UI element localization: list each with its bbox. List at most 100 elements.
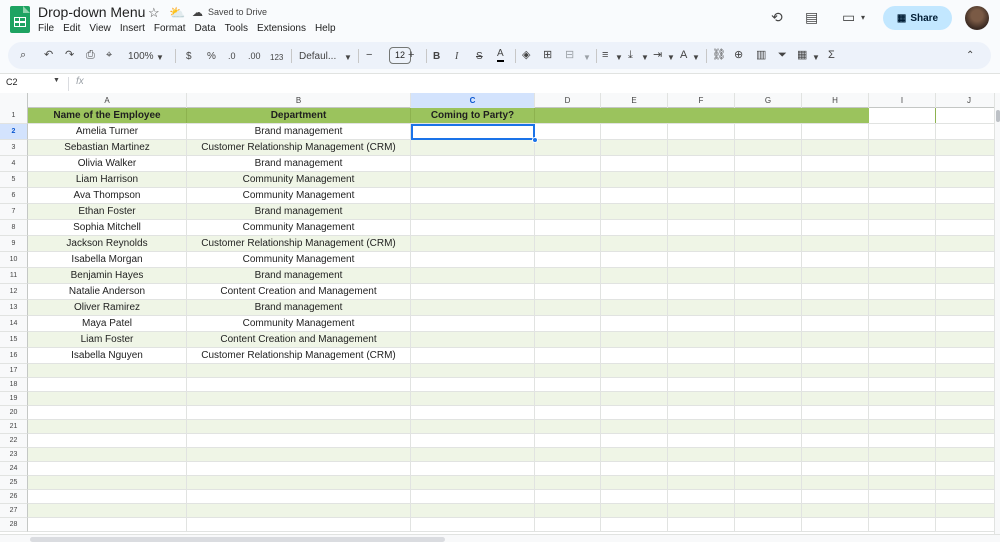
cell-h20[interactable] — [802, 406, 869, 419]
cell-a6[interactable]: Ava Thompson — [28, 188, 187, 203]
row-header-21[interactable]: 21 — [0, 420, 28, 434]
cell-h28[interactable] — [802, 518, 869, 531]
cell-d28[interactable] — [535, 518, 601, 531]
cell-b18[interactable] — [187, 378, 411, 391]
cell-h11[interactable] — [802, 268, 869, 283]
column-header-f[interactable]: F — [668, 93, 735, 108]
cell-d3[interactable] — [535, 140, 601, 155]
cell-g21[interactable] — [735, 420, 802, 433]
column-header-d[interactable]: D — [535, 93, 601, 108]
cell-b13[interactable]: Brand management — [187, 300, 411, 315]
cell-a7[interactable]: Ethan Foster — [28, 204, 187, 219]
filter-icon[interactable]: ⏷ — [778, 48, 787, 63]
cell-e17[interactable] — [601, 364, 668, 377]
cell-i7[interactable] — [869, 204, 936, 219]
cell-e25[interactable] — [601, 476, 668, 489]
cell-b9[interactable]: Customer Relationship Management (CRM) — [187, 236, 411, 251]
sheet-grid[interactable]: ABCDEFGHIJ 1 Name of the Employee Departme… — [0, 93, 994, 534]
insert-link-icon[interactable]: ⛓ — [712, 48, 726, 63]
cell-i25[interactable] — [869, 476, 936, 489]
cell-j19[interactable] — [936, 392, 994, 405]
cell-j4[interactable] — [936, 156, 994, 171]
cell-j11[interactable] — [936, 268, 994, 283]
cell-a4[interactable]: Olivia Walker — [28, 156, 187, 171]
history-icon[interactable]: ⟲ — [771, 9, 783, 26]
row-header-14[interactable]: 14 — [0, 316, 28, 332]
cell-j2[interactable] — [936, 124, 994, 139]
cell-j10[interactable] — [936, 252, 994, 267]
cell-i21[interactable] — [869, 420, 936, 433]
cell-g20[interactable] — [735, 406, 802, 419]
cell-f26[interactable] — [668, 490, 735, 503]
cell-c13[interactable] — [411, 300, 535, 315]
text-rotation-icon[interactable]: A — [680, 48, 687, 63]
cell-f15[interactable] — [668, 332, 735, 347]
cell-g23[interactable] — [735, 448, 802, 461]
cell-b15[interactable]: Content Creation and Management — [187, 332, 411, 347]
cell-a19[interactable] — [28, 392, 187, 405]
meet-icon[interactable]: ▭ — [842, 9, 855, 26]
cell-d22[interactable] — [535, 434, 601, 447]
cell-c18[interactable] — [411, 378, 535, 391]
cell-f6[interactable] — [668, 188, 735, 203]
cell-j25[interactable] — [936, 476, 994, 489]
cell-d25[interactable] — [535, 476, 601, 489]
cell-i18[interactable] — [869, 378, 936, 391]
cell-h5[interactable] — [802, 172, 869, 187]
cell-d24[interactable] — [535, 462, 601, 475]
cell-h8[interactable] — [802, 220, 869, 235]
cell-j23[interactable] — [936, 448, 994, 461]
cell-f27[interactable] — [668, 504, 735, 517]
collapse-toolbar-chevron-up-icon[interactable]: ⌃ — [966, 48, 974, 63]
vertical-scroll-thumb[interactable] — [996, 110, 1000, 122]
cell-d23[interactable] — [535, 448, 601, 461]
cell-j17[interactable] — [936, 364, 994, 377]
row-header-18[interactable]: 18 — [0, 378, 28, 392]
cell-b27[interactable] — [187, 504, 411, 517]
cell-c9[interactable] — [411, 236, 535, 251]
cell-d7[interactable] — [535, 204, 601, 219]
name-box-chevron-down-icon[interactable]: ▼ — [53, 77, 60, 84]
row-header-25[interactable]: 25 — [0, 476, 28, 490]
cell-a21[interactable] — [28, 420, 187, 433]
zoom-select[interactable]: 100% — [128, 49, 154, 64]
cell-c10[interactable] — [411, 252, 535, 267]
cell-e2[interactable] — [601, 124, 668, 139]
column-header-e[interactable]: E — [601, 93, 668, 108]
cell-h17[interactable] — [802, 364, 869, 377]
cell-a14[interactable]: Maya Patel — [28, 316, 187, 331]
cell-d2[interactable] — [535, 124, 601, 139]
paint-format-icon[interactable]: ⌖ — [106, 48, 112, 63]
cell-c16[interactable] — [411, 348, 535, 363]
cell-f3[interactable] — [668, 140, 735, 155]
cell-f8[interactable] — [668, 220, 735, 235]
cell-d9[interactable] — [535, 236, 601, 251]
cell-f2[interactable] — [668, 124, 735, 139]
row-header-6[interactable]: 6 — [0, 188, 28, 204]
strikethrough-button[interactable]: S — [476, 49, 483, 64]
menu-help[interactable]: Help — [315, 23, 336, 34]
cell-d10[interactable] — [535, 252, 601, 267]
font-chevron-down-icon[interactable]: ▼ — [344, 50, 352, 65]
column-header-i[interactable]: I — [869, 93, 936, 108]
cell-i17[interactable] — [869, 364, 936, 377]
cell-b14[interactable]: Community Management — [187, 316, 411, 331]
cell-h25[interactable] — [802, 476, 869, 489]
cell-j9[interactable] — [936, 236, 994, 251]
cell-h15[interactable] — [802, 332, 869, 347]
menu-view[interactable]: View — [89, 23, 111, 34]
cell-h18[interactable] — [802, 378, 869, 391]
cell-b12[interactable]: Content Creation and Management — [187, 284, 411, 299]
cell-g11[interactable] — [735, 268, 802, 283]
menu-insert[interactable]: Insert — [120, 23, 145, 34]
cell-d17[interactable] — [535, 364, 601, 377]
cell-i22[interactable] — [869, 434, 936, 447]
cell-g13[interactable] — [735, 300, 802, 315]
cell-b8[interactable]: Community Management — [187, 220, 411, 235]
cell-e27[interactable] — [601, 504, 668, 517]
cell-e24[interactable] — [601, 462, 668, 475]
cell-j6[interactable] — [936, 188, 994, 203]
cell-b24[interactable] — [187, 462, 411, 475]
cell-a1[interactable]: Name of the Employee — [28, 108, 187, 123]
cell-j22[interactable] — [936, 434, 994, 447]
